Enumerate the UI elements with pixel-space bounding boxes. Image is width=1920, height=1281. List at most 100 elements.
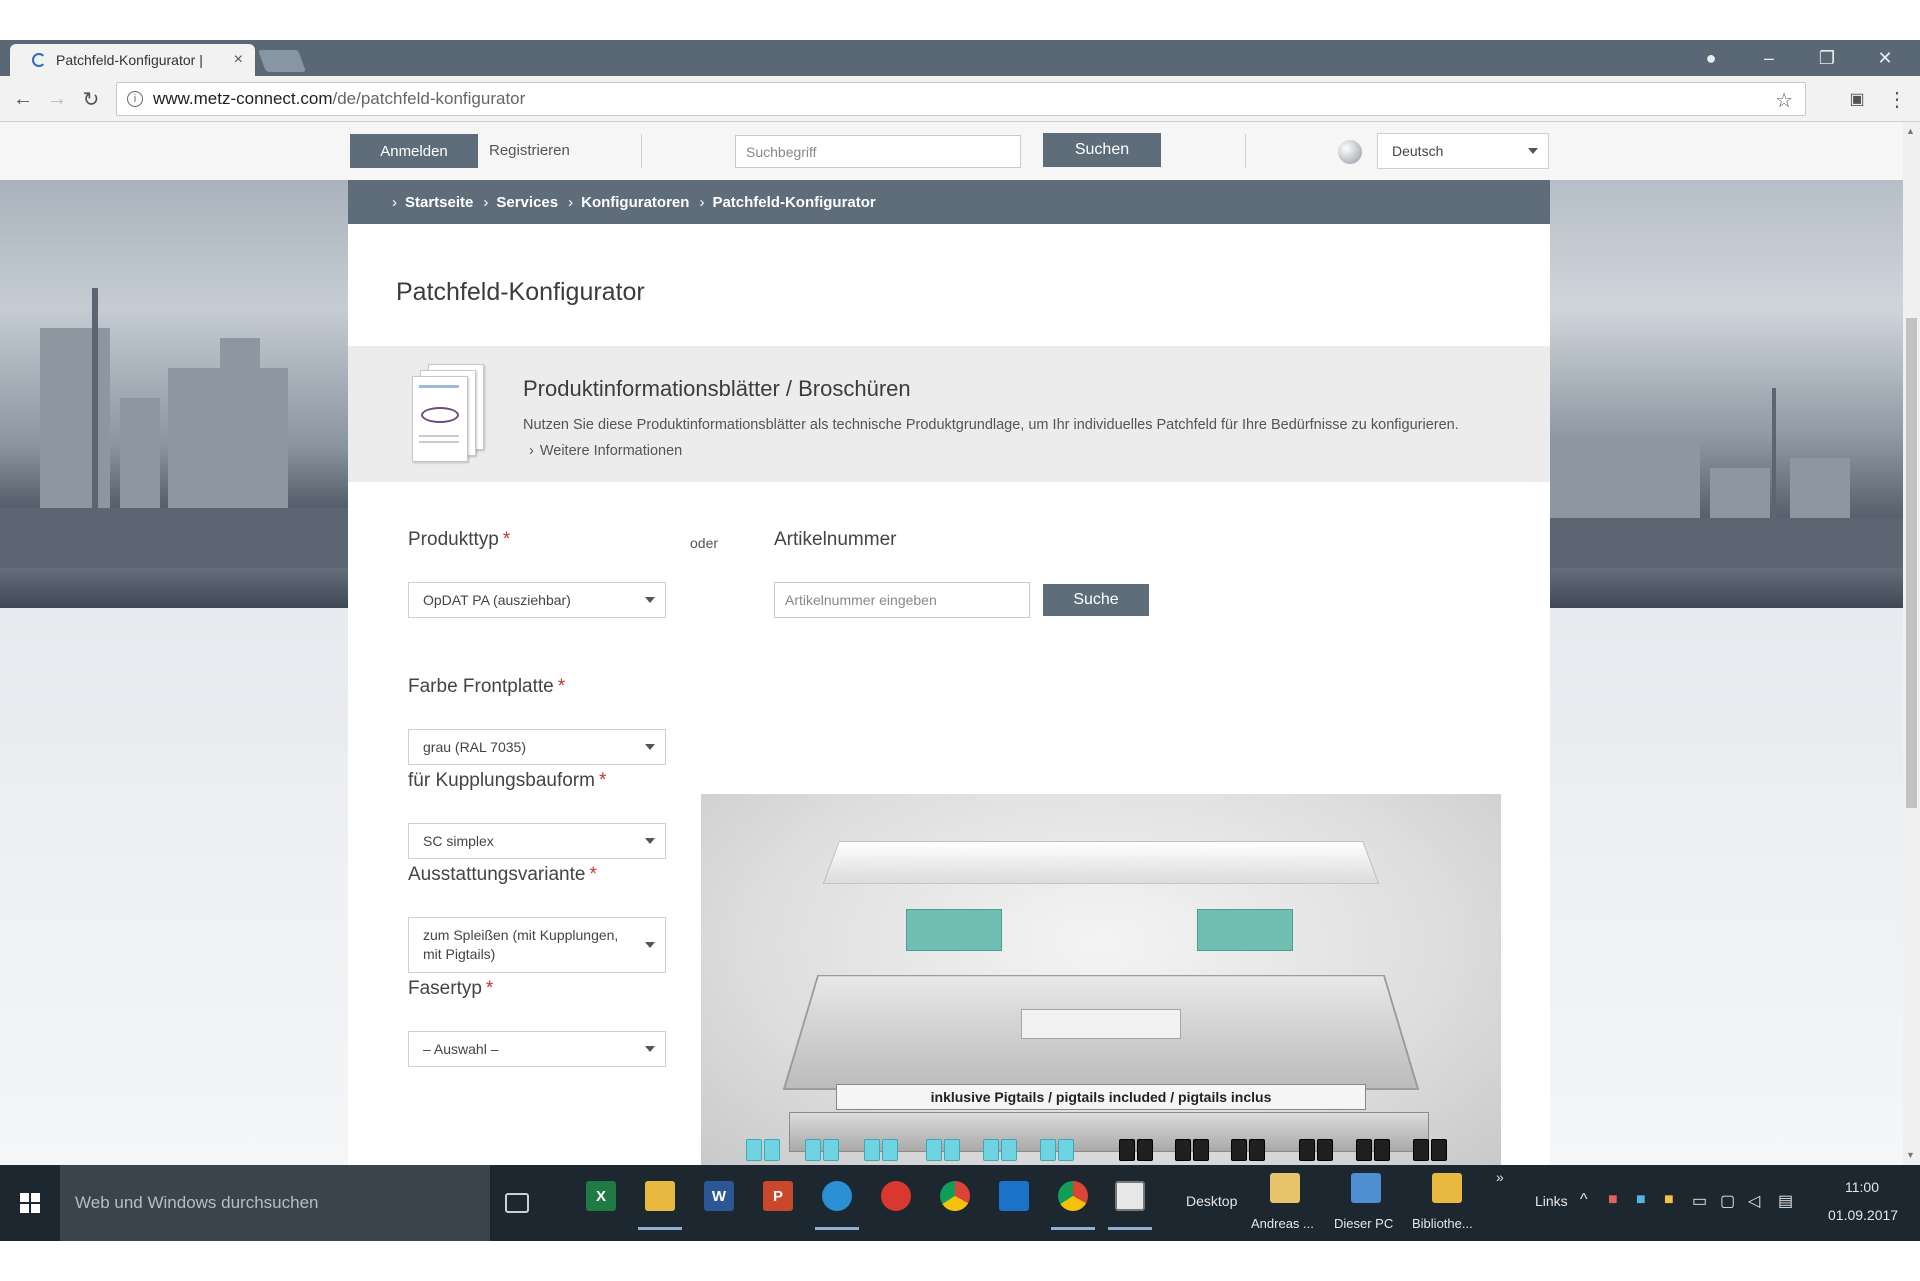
tab-title: Patchfeld-Konfigurator | (56, 52, 203, 68)
user-folder-icon[interactable] (1270, 1173, 1300, 1203)
sc-coupler-black (1137, 1139, 1153, 1161)
clock-date[interactable]: 01.09.2017 (1828, 1207, 1898, 1223)
scroll-up-icon[interactable]: ▲ (1906, 126, 1915, 136)
kupplungsbauform-label: für Kupplungsbauform * (408, 770, 607, 791)
breadcrumb-item-startseite[interactable]: Startseite (392, 194, 473, 211)
farbe-frontplatte-select[interactable]: grau (RAL 7035) (408, 729, 666, 765)
info-icon[interactable]: i (127, 91, 143, 107)
file-explorer-icon[interactable] (645, 1181, 675, 1211)
utility-bar: Anmelden Registrieren Suchbegriff Suchen… (0, 122, 1903, 180)
chevron-down-icon (1528, 148, 1538, 154)
network-icon[interactable]: ▢ (1720, 1191, 1735, 1211)
page-scrollbar[interactable]: ▲ ▼ (1903, 122, 1920, 1165)
ausstattungsvariante-label: Ausstattungsvariante * (408, 864, 597, 885)
artikel-search-button[interactable]: Suche (1043, 584, 1149, 616)
address-bar[interactable]: i www.metz-connect.com /de/patchfeld-kon… (116, 82, 1806, 116)
library-icon[interactable] (1432, 1173, 1462, 1203)
sc-coupler-black (1249, 1139, 1265, 1161)
photos-icon[interactable] (1115, 1181, 1145, 1211)
tray-app-icon[interactable]: ■ (1608, 1191, 1618, 1209)
site-search-button[interactable]: Suchen (1043, 133, 1161, 167)
required-mark: * (502, 529, 511, 550)
scrollbar-thumb[interactable] (1906, 318, 1917, 808)
tray-teamviewer-icon[interactable]: ■ (1636, 1191, 1646, 1209)
reload-icon[interactable]: ↻ (76, 84, 106, 114)
profile-icon[interactable]: ● (1682, 40, 1740, 76)
skyline-image-right (1550, 180, 1903, 608)
red-app-icon[interactable] (881, 1181, 911, 1211)
tab-close-icon[interactable]: × (234, 51, 243, 69)
site-search-input[interactable]: Suchbegriff (735, 135, 1021, 168)
excel-icon[interactable]: X (586, 1181, 616, 1211)
breadcrumb-item-services[interactable]: Services (483, 194, 558, 211)
language-value: Deutsch (1392, 142, 1444, 159)
scroll-down-icon[interactable]: ▼ (1906, 1150, 1915, 1160)
artikelnummer-input[interactable]: Artikelnummer eingeben (774, 582, 1030, 618)
menu-icon[interactable]: ⋮ (1882, 84, 1912, 114)
word-icon[interactable]: W (704, 1181, 734, 1211)
windows-logo-icon (20, 1193, 40, 1213)
toolbar-overflow-icon[interactable]: » (1496, 1169, 1504, 1185)
fasertyp-value: – Auswahl – (423, 1040, 499, 1057)
required-mark: * (557, 676, 566, 697)
links-toolbar-label[interactable]: Links (1535, 1193, 1568, 1209)
register-link[interactable]: Registrieren (489, 142, 570, 159)
ausstattungsvariante-select[interactable]: zum Spleißen (mit Kupplungen, mit Pigtai… (408, 917, 666, 973)
chrome-active-icon[interactable] (1058, 1181, 1088, 1211)
farbe-value: grau (RAL 7035) (423, 738, 526, 755)
sc-coupler-aqua (1058, 1139, 1074, 1161)
battery-icon[interactable]: ▭ (1692, 1191, 1707, 1211)
close-icon[interactable]: ✕ (1856, 40, 1914, 76)
taskbar-search-box[interactable]: Web und Windows durchsuchen (60, 1165, 490, 1241)
extension-icon[interactable]: ▣ (1842, 84, 1872, 114)
chrome-icon[interactable] (940, 1181, 970, 1211)
breadcrumb-item-konfiguratoren[interactable]: Konfiguratoren (568, 194, 689, 211)
kupplungsbauform-select[interactable]: SC simplex (408, 823, 666, 859)
chevron-up-icon[interactable]: ^ (1580, 1191, 1588, 1209)
action-center-icon[interactable]: ▤ (1778, 1191, 1793, 1211)
minimize-icon[interactable]: – (1740, 40, 1798, 76)
running-indicator (1051, 1227, 1095, 1230)
chevron-down-icon (645, 597, 655, 603)
volume-muted-icon[interactable]: ◁ (1748, 1191, 1760, 1211)
panel-lid (822, 841, 1380, 885)
forward-arrow-icon[interactable]: → (42, 84, 72, 114)
powerpoint-icon[interactable]: P (763, 1181, 793, 1211)
sc-coupler-aqua (764, 1139, 780, 1161)
this-pc-icon[interactable] (1351, 1173, 1381, 1203)
star-icon[interactable]: ☆ (1775, 88, 1793, 113)
browser-tab[interactable]: Patchfeld-Konfigurator | × (10, 44, 255, 76)
more-info-link[interactable]: Weitere Informationen (529, 443, 682, 459)
network-app-icon[interactable] (822, 1181, 852, 1211)
sc-coupler-black (1356, 1139, 1372, 1161)
start-button[interactable] (0, 1165, 60, 1241)
farbe-frontplatte-label: Farbe Frontplatte * (408, 676, 566, 697)
teamviewer-icon[interactable] (999, 1181, 1029, 1211)
windows-taskbar: Web und Windows durchsuchen X W P Deskto… (0, 1165, 1920, 1241)
kupplung-value: SC simplex (423, 832, 494, 849)
lock-icon[interactable]: ■ (1664, 1191, 1674, 1209)
user-folder-label[interactable]: Andreas ... (1251, 1216, 1314, 1231)
new-tab-button[interactable] (257, 50, 307, 72)
produkttyp-label: Produkttyp * (408, 529, 511, 550)
back-arrow-icon[interactable]: ← (8, 84, 38, 114)
required-mark: * (598, 770, 607, 791)
splice-holder (906, 909, 1002, 951)
language-select[interactable]: Deutsch (1377, 133, 1549, 169)
restore-icon[interactable]: ❐ (1798, 40, 1856, 76)
produkttyp-select[interactable]: OpDAT PA (ausziehbar) (408, 582, 666, 618)
chevron-down-icon (645, 744, 655, 750)
this-pc-label[interactable]: Dieser PC (1334, 1216, 1393, 1231)
product-info-box: Produktinformationsblätter / Broschüren … (348, 346, 1550, 482)
library-label[interactable]: Bibliothe... (1412, 1216, 1473, 1231)
clock-time[interactable]: 11:00 (1845, 1179, 1879, 1195)
desktop-toolbar-label[interactable]: Desktop (1186, 1193, 1237, 1209)
login-button[interactable]: Anmelden (350, 134, 478, 168)
splice-holder (1197, 909, 1293, 951)
sc-coupler-black (1317, 1139, 1333, 1161)
main-content: Patchfeld-Konfigurator Produktinformatio… (348, 224, 1550, 1165)
brochure-thumbnail[interactable] (412, 364, 486, 464)
fasertyp-select[interactable]: – Auswahl – (408, 1031, 666, 1067)
sc-coupler-black (1299, 1139, 1315, 1161)
task-view-icon[interactable] (505, 1193, 529, 1213)
